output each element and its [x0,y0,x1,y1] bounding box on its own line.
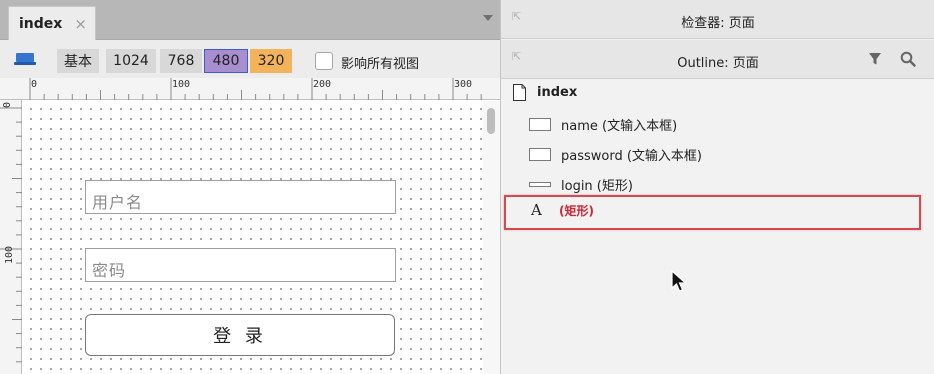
inspector-title: 检查器: 页面 [681,16,755,31]
canvas-scrollbar-track[interactable] [483,101,500,374]
document-tab-bar: index × [0,0,500,40]
outline-item-label: password (文输入本框) [561,149,702,164]
vruler-label-100: 100 [4,245,15,264]
textbox-icon [529,118,551,131]
vruler-label-0: 0 [2,101,13,108]
tab-menu-arrow-icon[interactable] [483,15,493,21]
rectangle-icon [529,182,551,187]
side-panels: ⇱ 检查器: 页面 ⇱ Outline: 页面 index name (文输入本… [500,0,934,374]
desktop-view-icon[interactable] [14,53,36,65]
outline-header: ⇱ Outline: 页面 [501,40,934,79]
vertical-ruler: 0 100 [0,100,22,374]
ruler-ticks [29,78,482,100]
page-icon [513,84,526,101]
selection-highlight [504,195,921,230]
outline-item-label: login (矩形) [561,179,633,194]
username-field[interactable]: 用户名 [85,180,396,214]
inspector-header: ⇱ 检查器: 页面 [501,0,934,39]
ruler-ticks-vertical [0,107,22,363]
search-icon[interactable] [900,51,916,67]
tab-close-icon[interactable]: × [74,15,87,33]
outline-item-name[interactable]: name (文输入本框) [501,110,934,138]
mouse-pointer-icon [671,270,688,292]
ruler-label-200: 200 [313,79,332,90]
outline-item-index[interactable]: index [501,80,934,108]
outline-item-label: index [537,85,578,100]
filter-icon[interactable] [868,52,882,66]
horizontal-ruler: 0 100 200 300 [0,78,500,100]
view-320-button[interactable]: 320 [250,49,292,73]
login-button[interactable]: 登 录 [85,314,395,356]
page-editor: index × 基本 1024 768 480 320 影响所有视图 0 100… [0,0,500,374]
ruler-label-100: 100 [172,79,191,90]
affect-all-views-label: 影响所有视图 [341,57,420,72]
view-basic-button[interactable]: 基本 [57,49,99,73]
canvas-scrollbar-thumb[interactable] [487,108,495,134]
ruler-label-0: 0 [31,79,38,90]
tab-index[interactable]: index × [8,6,96,40]
username-placeholder: 用户名 [92,193,144,212]
ruler-label-300: 300 [454,79,473,90]
outline-item-login[interactable]: login (矩形) [501,170,934,198]
adaptive-view-toolbar: 基本 1024 768 480 320 影响所有视图 [0,40,500,78]
password-field[interactable]: 密码 [85,248,396,282]
view-768-button[interactable]: 768 [160,49,202,73]
view-1024-button[interactable]: 1024 [106,49,156,73]
outline-item-password[interactable]: password (文输入本框) [501,140,934,168]
tab-label: index [19,15,63,32]
textbox-icon [529,148,551,161]
view-480-button[interactable]: 480 [204,49,248,73]
password-placeholder: 密码 [92,261,127,280]
affect-all-views-checkbox[interactable] [315,52,333,70]
outline-item-label: name (文输入本框) [561,119,678,134]
